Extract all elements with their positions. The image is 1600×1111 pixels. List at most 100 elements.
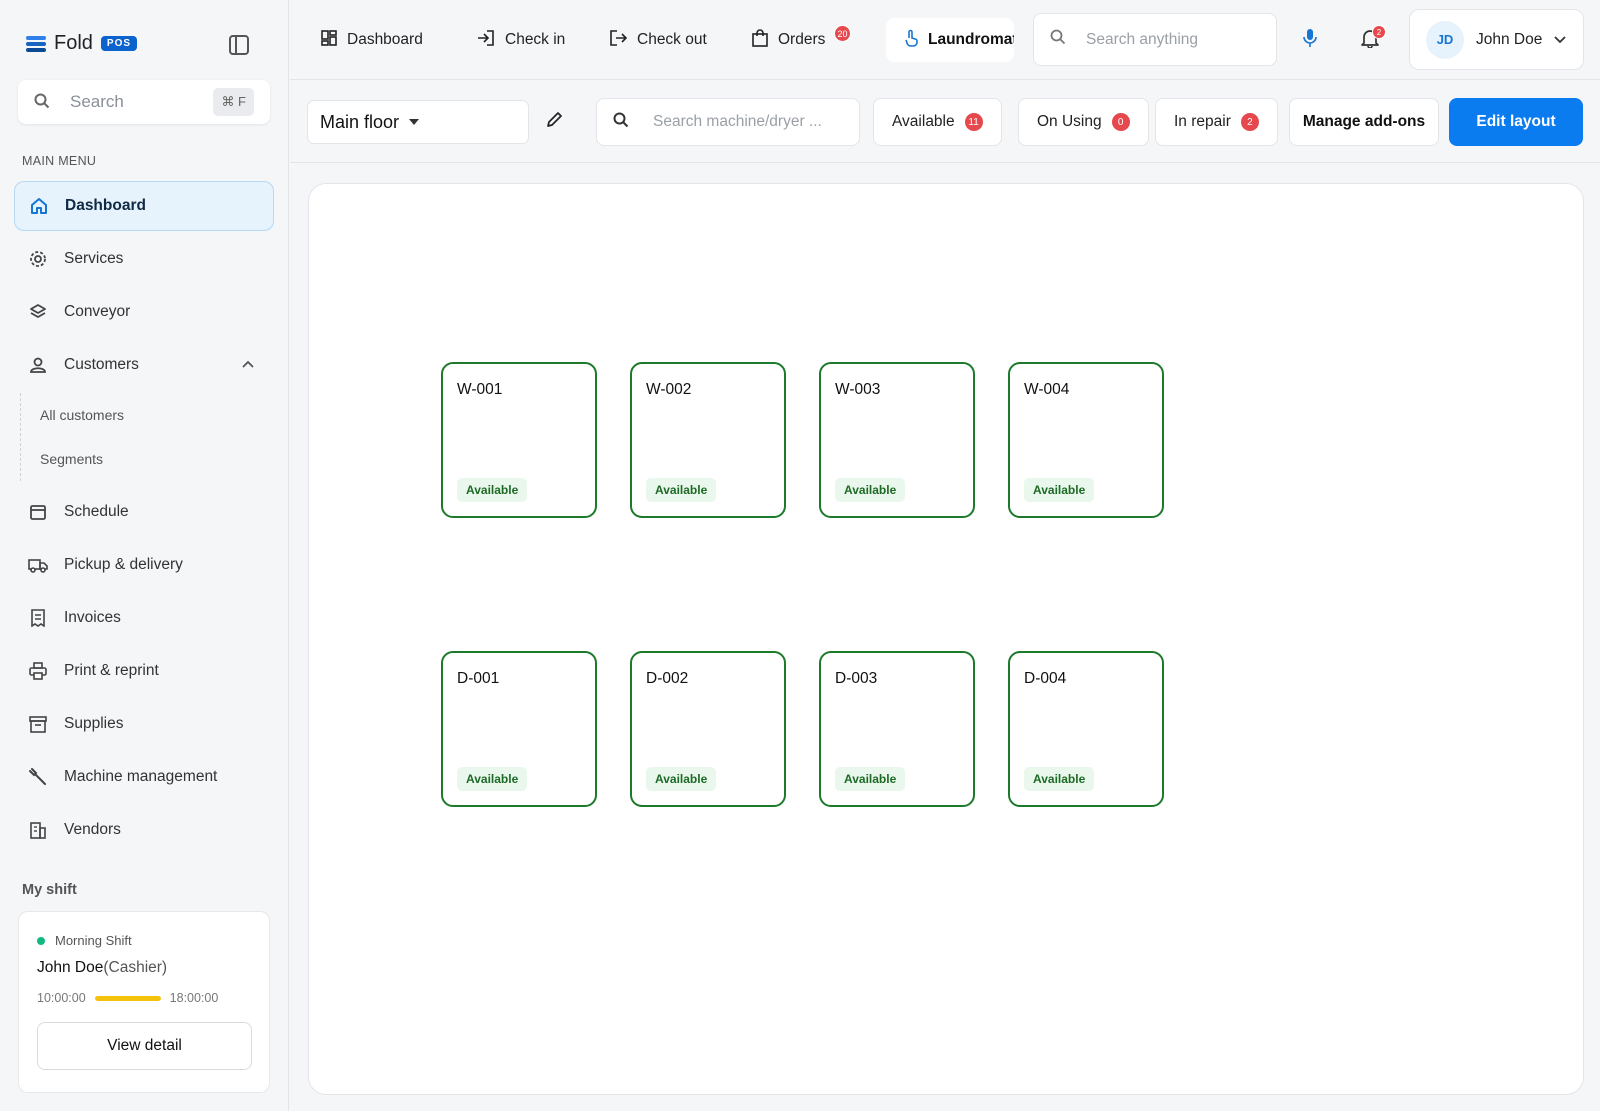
sidebar-collapse-icon[interactable]: [229, 35, 249, 55]
sidebar-item-supplies[interactable]: Supplies: [14, 699, 274, 749]
pencil-icon[interactable]: [546, 110, 564, 133]
gear-icon: [28, 249, 48, 269]
filter-available[interactable]: Available 11: [873, 98, 1002, 146]
brand[interactable]: Fold POS: [26, 32, 138, 55]
shift-card: Morning Shift John Doe(Cashier) 10:00:00…: [18, 911, 270, 1093]
chevron-up-icon[interactable]: [242, 356, 254, 371]
global-search-input[interactable]: Search anything: [1033, 13, 1277, 66]
sidebar-item-pickup-delivery[interactable]: Pickup & delivery: [14, 540, 274, 590]
machine-name: D-002: [646, 670, 689, 687]
machine-card[interactable]: W-001 Available: [441, 362, 597, 518]
filter-on-using[interactable]: On Using 0: [1018, 98, 1149, 146]
global-search-placeholder: Search anything: [1086, 30, 1199, 48]
layers-icon: [28, 302, 48, 322]
machine-name: W-001: [457, 381, 503, 398]
user-icon: [28, 355, 48, 375]
machine-name: D-004: [1024, 670, 1067, 687]
brand-badge: POS: [100, 36, 138, 51]
machine-card[interactable]: D-003 Available: [819, 651, 975, 807]
floor-select-value: Main floor: [320, 111, 400, 132]
topbar: Dashboard Check in Check out Orders 20 L…: [290, 0, 1600, 80]
caret-down-icon: [409, 116, 420, 128]
floor-select[interactable]: Main floor: [307, 100, 529, 144]
sidebar-item-label: Customers: [64, 356, 139, 373]
calendar-icon: [28, 502, 48, 522]
sidebar: Fold POS Search ⌘ F MAIN MENU Dashboard …: [0, 0, 289, 1111]
machine-card[interactable]: W-004 Available: [1008, 362, 1164, 518]
microphone-icon[interactable]: [1303, 28, 1317, 53]
truck-icon: [28, 555, 48, 575]
sidebar-item-dashboard[interactable]: Dashboard: [14, 181, 274, 231]
tab-check-out[interactable]: Check out: [609, 23, 707, 57]
view-detail-button[interactable]: View detail: [37, 1022, 252, 1070]
logout-icon: [609, 29, 628, 51]
machine-card[interactable]: W-002 Available: [630, 362, 786, 518]
machine-name: W-003: [835, 381, 881, 398]
floor-toolbar: Main floor Search machine/dryer ... Avai…: [290, 81, 1600, 163]
search-icon: [1050, 29, 1066, 50]
manage-add-ons-button[interactable]: Manage add-ons: [1289, 98, 1439, 146]
sidebar-search-input[interactable]: Search ⌘ F: [18, 80, 270, 124]
sidebar-item-services[interactable]: Services: [14, 234, 274, 284]
machine-card[interactable]: D-001 Available: [441, 651, 597, 807]
shift-start: 10:00:00: [37, 991, 86, 1005]
customers-submenu: All customers Segments: [20, 393, 274, 481]
shift-person: John Doe(Cashier): [37, 959, 167, 977]
sidebar-item-label: Supplies: [64, 715, 124, 732]
sidebar-item-segments[interactable]: Segments: [21, 437, 274, 481]
archive-icon: [28, 714, 48, 734]
tab-label: Check in: [505, 31, 566, 48]
tab-label: Orders: [778, 31, 826, 48]
machine-name: D-001: [457, 670, 500, 687]
shift-name: Morning Shift: [55, 933, 132, 948]
machine-card[interactable]: W-003 Available: [819, 362, 975, 518]
sidebar-item-schedule[interactable]: Schedule: [14, 487, 274, 537]
building-icon: [28, 820, 48, 840]
my-shift-title: My shift: [22, 882, 77, 898]
tab-laundromat[interactable]: Laundromat: [886, 18, 1014, 62]
sidebar-item-machine-management[interactable]: Machine management: [14, 752, 274, 802]
filter-count-badge: 0: [1111, 113, 1130, 131]
machine-card[interactable]: D-004 Available: [1008, 651, 1164, 807]
sidebar-item-invoices[interactable]: Invoices: [14, 593, 274, 643]
sidebar-item-label: Invoices: [64, 609, 121, 626]
shift-progress-fill: [94, 995, 161, 1001]
sidebar-item-conveyor[interactable]: Conveyor: [14, 287, 274, 337]
machine-card[interactable]: D-002 Available: [630, 651, 786, 807]
shift-progress-bar: [94, 995, 161, 1001]
sidebar-item-label: Machine management: [64, 768, 218, 785]
machine-search-placeholder: Search machine/dryer ...: [653, 113, 822, 130]
sidebar-item-vendors[interactable]: Vendors: [14, 805, 274, 855]
wrench-icon: [28, 767, 48, 787]
sidebar-item-print-reprint[interactable]: Print & reprint: [14, 646, 274, 696]
user-menu[interactable]: JD John Doe: [1409, 9, 1584, 70]
filter-in-repair[interactable]: In repair 2: [1155, 98, 1278, 146]
tab-dashboard[interactable]: Dashboard: [321, 23, 423, 57]
sidebar-item-label: Print & reprint: [64, 662, 159, 679]
sidebar-item-label: Services: [64, 250, 124, 267]
shift-person-name: John Doe: [37, 959, 104, 976]
search-icon: [34, 93, 50, 112]
avatar: JD: [1426, 20, 1464, 59]
shift-name-row: Morning Shift: [37, 933, 132, 948]
machine-status-badge: Available: [835, 478, 906, 502]
brand-name: Fold: [54, 32, 93, 54]
sidebar-item-label: Vendors: [64, 821, 121, 838]
sidebar-item-label: Conveyor: [64, 303, 131, 320]
edit-layout-button[interactable]: Edit layout: [1449, 98, 1583, 146]
receipt-icon: [28, 608, 48, 628]
shift-person-role: (Cashier): [103, 959, 168, 976]
tab-orders[interactable]: Orders: [752, 23, 825, 57]
sidebar-item-customers[interactable]: Customers: [14, 340, 274, 390]
printer-icon: [28, 661, 48, 681]
filter-label: On Using: [1037, 113, 1102, 130]
machine-status-badge: Available: [835, 767, 906, 791]
tab-check-in[interactable]: Check in: [477, 23, 565, 57]
machine-search-input[interactable]: Search machine/dryer ...: [596, 98, 860, 146]
orders-badge: 20: [834, 25, 851, 42]
sidebar-item-all-customers[interactable]: All customers: [21, 393, 274, 437]
sidebar-item-label: Dashboard: [65, 197, 146, 214]
sidebar-item-label: Pickup & delivery: [64, 556, 183, 573]
machine-status-badge: Available: [646, 767, 717, 791]
filter-count-badge: 11: [964, 113, 983, 131]
